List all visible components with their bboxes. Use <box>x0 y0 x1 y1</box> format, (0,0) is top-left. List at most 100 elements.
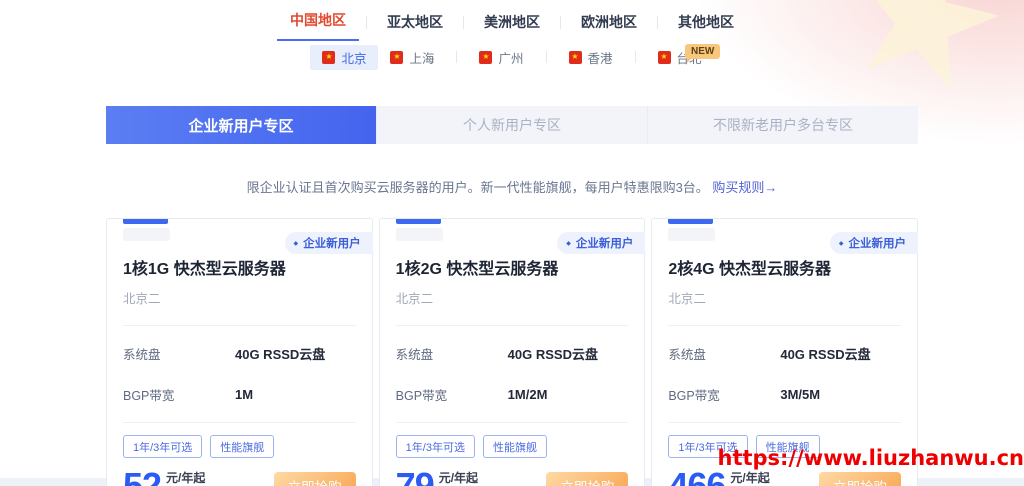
china-flag-icon: ★ <box>568 50 582 64</box>
card-accent-bar <box>668 219 714 224</box>
buy-now-button[interactable]: 立即抢购 <box>273 471 356 486</box>
city-label: 广州 <box>498 51 524 66</box>
nav-tab-other-label: 其他地区 <box>678 14 734 30</box>
pricing-card-1c1g: ◆ 企业新用户 1核1G 快杰型云服务器 北京二 系统盘 40G RSSD云盘 … <box>106 218 373 486</box>
spec-value: 1M <box>235 387 254 402</box>
zone-notice: 限企业认证且首次购买云服务器的用户。新一代性能旗舰，每用户特惠限购3台。 购买规… <box>0 177 1024 196</box>
flagship-tag: 性能旗舰 <box>482 435 547 458</box>
price-units: 元/年起 约4元/月起 <box>166 469 219 486</box>
region-nav: 中国地区 亚太地区 美洲地区 欧洲地区 其他地区 NEW <box>0 0 1024 63</box>
badge-label: 企业新用户 <box>848 238 907 250</box>
city-item-beijing[interactable]: ★ 北京 <box>310 44 379 70</box>
price-row: 79 元/年起 约6元/月起 立即抢购 <box>395 465 629 486</box>
card-ghost-bar <box>123 228 170 241</box>
city-label: 北京 <box>341 51 367 66</box>
watermark-url: https://www.liuzhanwu.cn <box>717 446 1024 470</box>
badge-label: 企业新用户 <box>575 238 634 250</box>
china-flag-icon: ★ <box>479 50 493 64</box>
term-tag: 1年/3年可选 <box>395 435 475 458</box>
star-icon: ★ <box>571 52 579 61</box>
spec-table: 系统盘 40G RSSD云盘 BGP带宽 1M/2M <box>395 325 629 423</box>
pricing-card-1c2g: ◆ 企业新用户 1核2G 快杰型云服务器 北京二 系统盘 40G RSSD云盘 … <box>378 218 646 486</box>
tab-personal-new-user[interactable]: 个人新用户专区 <box>376 106 647 144</box>
diamond-icon: ◆ <box>293 240 299 247</box>
nav-separator <box>657 16 658 29</box>
price-unit: 元/年起 <box>166 471 206 485</box>
spec-row: BGP带宽 3M/5M <box>668 374 901 415</box>
card-ghost-bar <box>668 228 716 241</box>
nav-tab-europe[interactable]: 欧洲地区 <box>568 8 650 41</box>
city-item-hongkong[interactable]: ★ 香港 <box>557 45 625 70</box>
price-row: 52 元/年起 约4元/月起 立即抢购 <box>123 465 356 486</box>
tab-multi-unit[interactable]: 不限新老用户多台专区 <box>647 106 918 144</box>
china-flag-icon: ★ <box>322 50 336 64</box>
price-unit: 元/年起 <box>730 471 770 485</box>
enterprise-user-badge: ◆ 企业新用户 <box>284 232 373 254</box>
price-units: 元/年起 约38元/月起 <box>730 469 789 486</box>
notice-text: 限企业认证且首次购买云服务器的用户。新一代性能旗舰，每用户特惠限购3台。 <box>246 180 709 195</box>
city-item-guangzhou[interactable]: ★ 广州 <box>467 45 535 70</box>
city-item-shanghai[interactable]: ★ 上海 <box>378 45 446 70</box>
spec-value: 40G RSSD云盘 <box>780 347 871 362</box>
spec-label: BGP带宽 <box>668 389 720 403</box>
china-flag-icon: ★ <box>657 50 671 64</box>
enterprise-user-badge: ◆ 企业新用户 <box>829 232 919 254</box>
spec-row: BGP带宽 1M <box>123 374 356 415</box>
user-zone-tabs: 企业新用户专区 个人新用户专区 不限新老用户多台专区 <box>106 106 918 144</box>
spec-value: 40G RSSD云盘 <box>507 347 598 362</box>
spec-value: 3M/5M <box>780 387 821 402</box>
spec-row: BGP带宽 1M/2M <box>396 374 629 415</box>
spec-table: 系统盘 40G RSSD云盘 BGP带宽 3M/5M <box>668 325 902 423</box>
tag-row: 1年/3年可选 性能旗舰 <box>395 435 629 458</box>
card-region: 北京二 <box>123 292 161 306</box>
nav-tab-china[interactable]: 中国地区 <box>277 6 359 41</box>
card-region: 北京二 <box>395 292 434 306</box>
badge-label: 企业新用户 <box>303 238 361 250</box>
buy-now-button[interactable]: 立即抢购 <box>819 471 902 486</box>
new-badge: NEW <box>685 44 721 63</box>
price-amount: 79 <box>395 465 435 486</box>
price-block: 52 元/年起 约4元/月起 <box>123 465 219 486</box>
card-accent-bar <box>395 219 441 224</box>
star-icon: ★ <box>482 52 490 61</box>
spec-table: 系统盘 40G RSSD云盘 BGP带宽 1M <box>123 325 356 423</box>
spec-label: 系统盘 <box>395 348 434 362</box>
tab-enterprise-new-user[interactable]: 企业新用户专区 <box>106 106 376 144</box>
nav-tab-americas[interactable]: 美洲地区 <box>471 8 553 41</box>
nav-separator <box>366 16 367 29</box>
star-icon: ★ <box>660 52 668 61</box>
tag-row: 1年/3年可选 性能旗舰 <box>123 435 356 458</box>
card-title: 2核4G 快杰型云服务器 <box>668 261 832 278</box>
flagship-tag: 性能旗舰 <box>210 435 275 458</box>
star-icon: ★ <box>393 52 401 61</box>
price-unit: 元/年起 <box>438 471 479 485</box>
purchase-rules-link[interactable]: 购买规则→ <box>712 180 777 195</box>
china-flag-icon: ★ <box>390 50 404 64</box>
card-title: 1核1G 快杰型云服务器 <box>123 261 286 278</box>
price-block: 466 元/年起 约38元/月起 <box>668 467 789 486</box>
spec-label: BGP带宽 <box>395 389 448 403</box>
city-separator <box>545 51 547 63</box>
price-row: 466 元/年起 约38元/月起 立即抢购 <box>668 467 902 486</box>
spec-row: 系统盘 40G RSSD云盘 <box>668 333 901 374</box>
city-label: 香港 <box>587 51 613 66</box>
card-accent-bar <box>123 219 168 224</box>
diamond-icon: ◆ <box>838 240 844 247</box>
nav-tab-other[interactable]: 其他地区 NEW <box>665 8 747 63</box>
price-units: 元/年起 约6元/月起 <box>439 469 492 486</box>
spec-row: 系统盘 40G RSSD云盘 <box>396 333 629 374</box>
price-amount: 52 <box>123 465 162 486</box>
enterprise-user-badge: ◆ 企业新用户 <box>557 232 646 254</box>
term-tag: 1年/3年可选 <box>123 435 203 458</box>
spec-row: 系统盘 40G RSSD云盘 <box>123 333 356 374</box>
nav-tab-asia-pacific[interactable]: 亚太地区 <box>374 8 456 41</box>
nav-separator <box>560 16 561 29</box>
diamond-icon: ◆ <box>566 240 571 247</box>
city-label: 上海 <box>409 51 435 66</box>
city-separator <box>634 51 636 63</box>
spec-label: 系统盘 <box>123 348 161 362</box>
city-selector: ★ 北京 ★ 上海 ★ 广州 ★ 香港 ★ 台北 <box>0 44 1024 70</box>
spec-value: 40G RSSD云盘 <box>235 347 326 362</box>
star-icon: ★ <box>325 52 333 61</box>
buy-now-button[interactable]: 立即抢购 <box>546 471 629 486</box>
